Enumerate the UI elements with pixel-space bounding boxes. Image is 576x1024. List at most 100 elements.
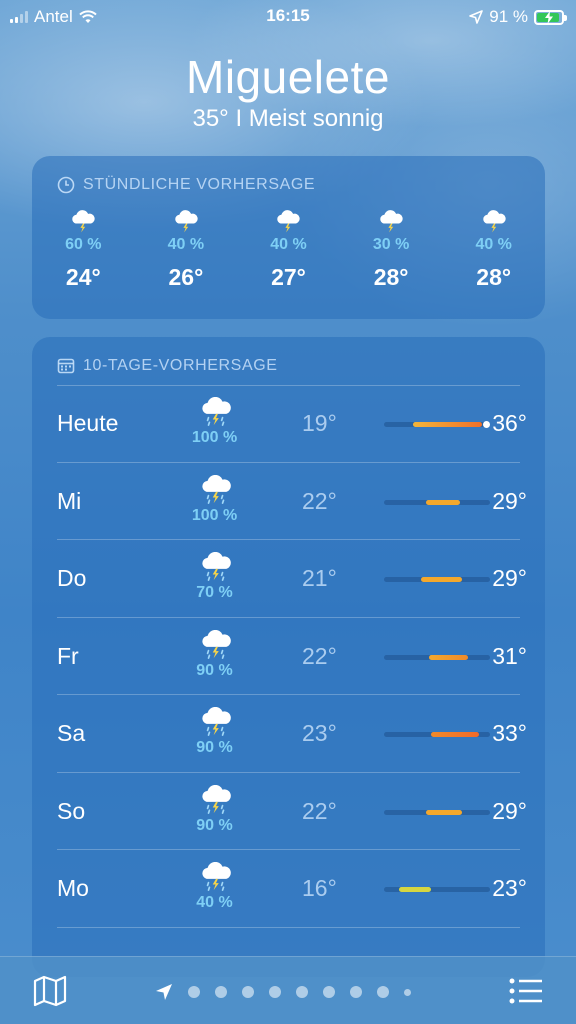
day-row[interactable]: Sa 90 % 23° 33°	[57, 695, 527, 773]
hourly-item: 40 % 27°	[237, 210, 340, 291]
page-dot[interactable]	[404, 988, 411, 996]
hourly-temperature: 26°	[168, 264, 204, 290]
day-high-temp: 29°	[492, 797, 527, 824]
hourly-precip-chance: 60 %	[65, 236, 102, 253]
temperature-range-bar	[384, 421, 490, 428]
thunderstorm-icon	[380, 210, 403, 233]
day-low-temp: 22°	[302, 642, 337, 669]
location-arrow-icon	[469, 10, 484, 24]
calendar-icon	[57, 358, 75, 374]
status-bar: Antel 16:15 91 %	[0, 0, 576, 34]
list-icon[interactable]	[508, 977, 544, 1005]
thunderstorm-rain-icon	[202, 784, 231, 814]
location-page-icon[interactable]	[155, 983, 173, 1001]
thunderstorm-rain-icon	[202, 474, 231, 504]
page-dot[interactable]	[269, 986, 281, 998]
thunderstorm-rain-icon	[202, 629, 231, 659]
hourly-precip-chance: 40 %	[167, 236, 205, 253]
day-name: Fr	[57, 642, 79, 669]
thunderstorm-rain-icon	[202, 707, 231, 736]
page-dot[interactable]	[215, 986, 227, 998]
location-header: Miguelete 35° I Meist sonnig	[0, 50, 576, 134]
city-name: Miguelete	[186, 51, 390, 103]
day-high-temp: 33°	[492, 720, 527, 746]
page-dot[interactable]	[350, 986, 362, 998]
day-name: Heute	[57, 410, 119, 436]
day-row[interactable]: Fr 90 % 22° 31°	[57, 618, 527, 695]
thunderstorm-rain-icon	[202, 862, 231, 891]
thunderstorm-icon	[482, 210, 506, 233]
day-name: Do	[57, 565, 87, 591]
day-name: Mi	[57, 487, 82, 514]
day-low-temp: 21°	[302, 565, 337, 591]
day-name: So	[57, 797, 86, 824]
map-icon[interactable]	[32, 975, 68, 1007]
current-temp-dot	[482, 421, 490, 428]
hourly-item: 60 % 24°	[32, 210, 135, 291]
page-dot[interactable]	[296, 986, 308, 998]
day-high-temp: 36°	[492, 410, 527, 436]
day-row[interactable]: Mi 100 % 22° 29°	[57, 463, 527, 540]
temperature-range-fill	[412, 422, 482, 427]
temperature-range-bar	[384, 654, 490, 660]
temperature-range-fill	[426, 499, 461, 505]
day-low-temp: 16°	[302, 875, 337, 901]
day-row[interactable]: Do 70 % 21° 29°	[57, 540, 527, 618]
temperature-range-fill	[430, 732, 480, 737]
hourly-forecast-title: STÜNDLICHE VORHERSAGE	[57, 176, 315, 194]
day-precip-chance: 40 %	[196, 894, 233, 911]
hourly-item: 30 % 28°	[340, 210, 443, 291]
day-high-temp: 23°	[492, 875, 527, 901]
hourly-temperature: 28°	[373, 264, 409, 290]
bottom-toolbar	[0, 956, 576, 1024]
ten-day-forecast-card[interactable]: 10-TAGE-VORHERSAGE Heute 100 % 19° 36° Mi 100…	[32, 337, 545, 977]
thunderstorm-icon	[175, 210, 198, 233]
hourly-items[interactable]: 60 % 24° 40 % 26° 40 % 27° 30 % 28° 40 % 28°	[32, 210, 545, 291]
day-high-temp: 29°	[492, 487, 527, 514]
day-low-temp: 19°	[302, 410, 337, 436]
current-summary: 35° I Meist sonnig	[192, 105, 384, 132]
hourly-item: 40 % 28°	[442, 210, 545, 291]
page-dot[interactable]	[377, 986, 389, 998]
temperature-range-bar	[384, 809, 490, 815]
page-dot[interactable]	[188, 986, 200, 998]
hourly-temperature: 24°	[65, 264, 101, 290]
day-row[interactable]: So 90 % 22° 29°	[57, 773, 527, 850]
day-precip-chance: 90 %	[196, 661, 233, 679]
page-dot[interactable]	[242, 986, 254, 998]
day-row[interactable]: Mo 40 % 16° 23°	[57, 850, 527, 928]
day-precip-chance: 100 %	[191, 506, 238, 524]
day-precip-chance: 100 %	[191, 429, 238, 446]
day-name: Sa	[57, 720, 86, 746]
temperature-range-fill	[426, 809, 463, 815]
day-low-temp: 22°	[302, 487, 337, 514]
ten-day-forecast-title: 10-TAGE-VORHERSAGE	[57, 357, 278, 375]
day-name: Mo	[57, 875, 89, 901]
hourly-precip-chance: 30 %	[372, 236, 410, 253]
day-row[interactable]: Heute 100 % 19° 36°	[57, 385, 527, 463]
clock-icon	[57, 176, 75, 194]
hourly-forecast-card[interactable]: STÜNDLICHE VORHERSAGE 60 % 24° 40 % 26° 40 %…	[32, 156, 545, 319]
day-high-temp: 29°	[492, 565, 527, 591]
thunderstorm-icon	[277, 210, 301, 233]
day-precip-chance: 90 %	[196, 816, 233, 834]
day-precip-chance: 70 %	[196, 584, 233, 601]
temperature-range-fill	[428, 654, 468, 660]
temperature-range-bar	[384, 732, 490, 737]
day-list[interactable]: Heute 100 % 19° 36° Mi 100 % 22° 29° Do 70 % 21° 29…	[57, 385, 527, 928]
page-dot[interactable]	[323, 986, 335, 998]
page-indicator[interactable]	[155, 983, 411, 1001]
temperature-range-bar	[384, 499, 490, 505]
thunderstorm-icon	[72, 210, 95, 233]
battery-icon	[534, 9, 567, 25]
temperature-range-fill	[421, 577, 463, 582]
day-high-temp: 31°	[492, 642, 527, 669]
hourly-item: 40 % 26°	[135, 210, 238, 291]
battery-percent: 91 %	[489, 7, 528, 26]
day-low-temp: 22°	[302, 797, 337, 824]
temperature-range-bar	[384, 577, 490, 582]
hourly-precip-chance: 40 %	[475, 236, 512, 253]
hourly-precip-chance: 40 %	[270, 236, 307, 253]
temperature-range-fill	[398, 887, 431, 892]
thunderstorm-rain-icon	[202, 397, 231, 426]
